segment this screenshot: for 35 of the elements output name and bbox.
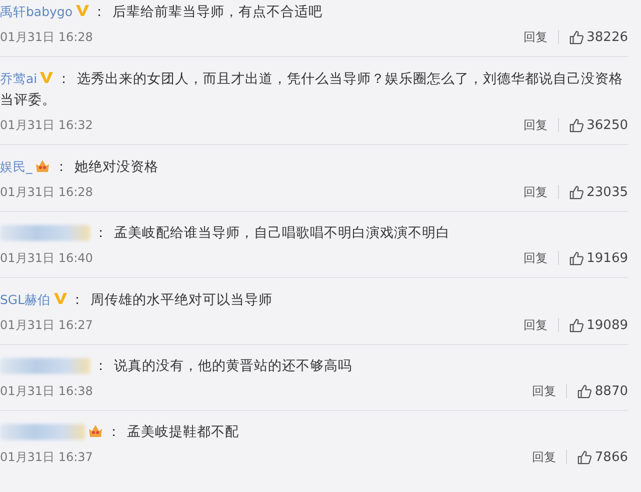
thumbs-up-icon bbox=[576, 450, 592, 464]
timestamp: 01月31日 16:32 bbox=[0, 116, 93, 134]
comment-text: ： 孟美岐配给谁当导师，自己唱歌唱不明白演戏演不明白 bbox=[0, 223, 628, 244]
comment-text: ： 说真的没有，他的黄晋站的还不够高吗 bbox=[0, 356, 628, 377]
timestamp: 01月31日 16:27 bbox=[0, 316, 93, 334]
like-button[interactable]: 38226 bbox=[568, 30, 628, 44]
reply-link[interactable]: 回复 bbox=[524, 116, 548, 134]
like-button[interactable]: 19169 bbox=[568, 250, 628, 266]
comment-text: 娱民_ ： 她绝对没资格 bbox=[0, 158, 160, 177]
timestamp: 01月31日 16:28 bbox=[0, 184, 93, 200]
comment-text: SGL赫伯 ： 周传雄的水平绝对可以当导师 bbox=[0, 291, 274, 310]
reply-link[interactable]: 回复 bbox=[524, 250, 548, 266]
timestamp: 01月31日 16:38 bbox=[0, 382, 93, 400]
thumbs-up-icon bbox=[568, 30, 584, 44]
comment-text: 禹轩babygo ： 后辈给前辈当导师，有点不合适吧 bbox=[0, 3, 324, 22]
timestamp: 01月31日 16:37 bbox=[0, 448, 93, 466]
reply-link[interactable]: 回复 bbox=[524, 28, 548, 46]
like-button[interactable]: 7866 bbox=[576, 450, 628, 464]
like-button[interactable]: 36250 bbox=[568, 118, 628, 132]
thumbs-up-icon bbox=[568, 250, 584, 266]
reply-link[interactable]: 回复 bbox=[532, 382, 556, 400]
comment-text: ： 孟美岐提鞋都不配 bbox=[0, 422, 628, 443]
timestamp: 01月31日 16:40 bbox=[0, 250, 93, 266]
reply-link[interactable]: 回复 bbox=[532, 448, 556, 466]
reply-link[interactable]: 回复 bbox=[524, 184, 548, 200]
thumbs-up-icon bbox=[568, 318, 584, 332]
like-button[interactable]: 23035 bbox=[568, 184, 628, 200]
reply-link[interactable]: 回复 bbox=[524, 316, 548, 334]
thumbs-up-icon bbox=[568, 184, 584, 200]
like-button[interactable]: 8870 bbox=[576, 384, 628, 398]
like-button[interactable]: 19089 bbox=[568, 318, 628, 332]
thumbs-up-icon bbox=[568, 118, 584, 132]
comment-text: 乔莺ai ： 选秀出来的女团人，而且才出道，凭什么当导师？娱乐圈怎么了，刘德华都说自己没资格当评委。 bbox=[0, 70, 624, 110]
timestamp: 01月31日 16:28 bbox=[0, 28, 93, 46]
thumbs-up-icon bbox=[576, 384, 592, 398]
